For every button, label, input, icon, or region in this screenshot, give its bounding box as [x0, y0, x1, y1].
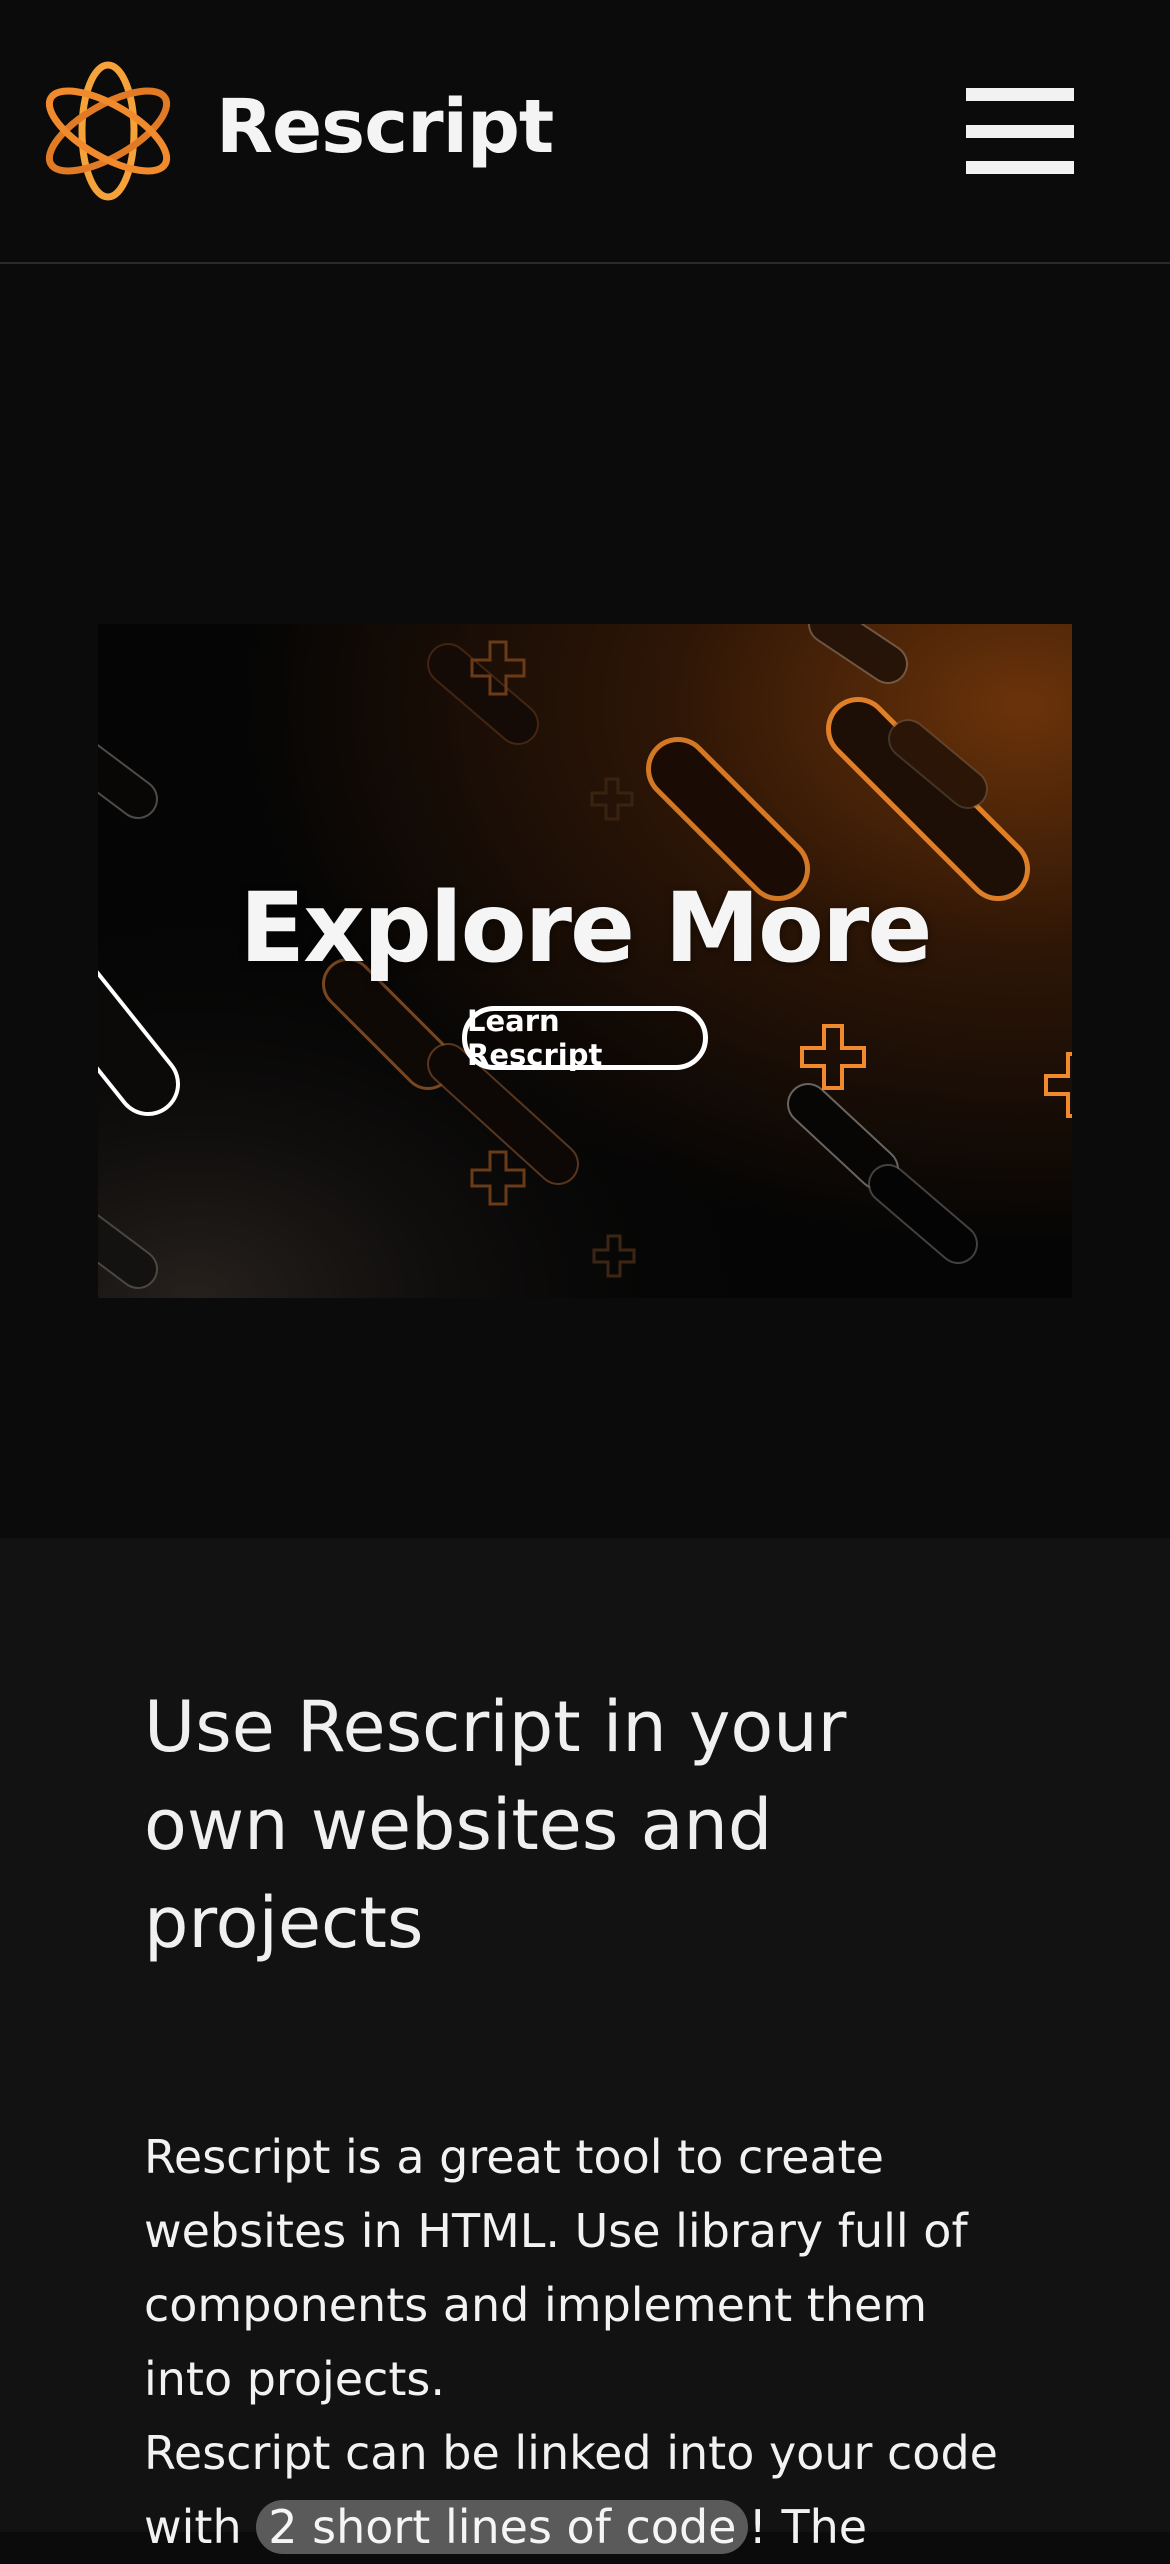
menu-line [966, 88, 1074, 101]
brand-name[interactable]: Rescript [216, 84, 554, 170]
atom-logo-icon[interactable] [38, 60, 178, 202]
learn-rescript-button[interactable]: Learn Rescript [462, 1004, 708, 1072]
hamburger-menu-icon[interactable] [966, 88, 1074, 174]
intro-paragraph-end: ! The [748, 2500, 868, 2554]
intro-section: Use Rescript in your own websites and pr… [0, 1538, 1170, 2554]
banner-title: Explore More [239, 872, 933, 984]
menu-line [966, 124, 1074, 138]
intro-text: Rescript is a great tool to create websi… [144, 2120, 1024, 2564]
code-highlight: 2 short lines of code [256, 2500, 749, 2554]
explore-banner: Explore More Learn Rescript [98, 624, 1072, 1298]
intro-paragraph: Rescript is a great tool to create websi… [144, 2130, 968, 2406]
site-header: Rescript [0, 0, 1170, 264]
hero-section: Explore More Learn Rescript [0, 264, 1170, 1538]
menu-line [966, 161, 1074, 174]
section-heading: Use Rescript in your own websites and pr… [144, 1686, 847, 1964]
